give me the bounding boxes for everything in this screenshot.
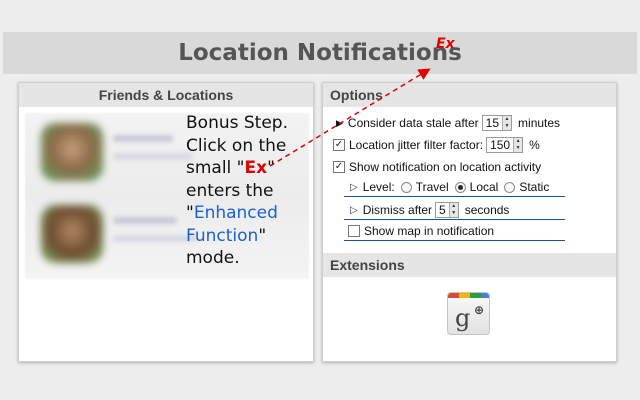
page-title: Location Notifications	[178, 40, 462, 66]
expand-arrow-icon: ▷	[350, 204, 358, 216]
dismiss-seconds-stepper[interactable]: 5 ▲ ▼	[435, 202, 459, 218]
friend-location	[113, 153, 193, 160]
show-notification-row: ✓ Show notification on location activity	[333, 160, 542, 174]
stepper-down-icon[interactable]: ▼	[514, 145, 523, 152]
show-map-row: Show map in notification	[348, 224, 494, 238]
level-static-radio[interactable]	[504, 181, 516, 193]
dismiss-underline	[344, 219, 565, 220]
bonus-instructions: Bonus Step. Click on the small "Ex" ente…	[186, 113, 288, 268]
stale-minutes-stepper[interactable]: 15 ▲ ▼	[481, 115, 513, 131]
stepper-down-icon[interactable]: ▼	[449, 210, 458, 217]
stepper-up-icon[interactable]: ▲	[503, 116, 512, 123]
level-underline	[344, 196, 565, 197]
show-notification-checkbox[interactable]: ✓	[333, 161, 345, 173]
jitter-factor-stepper[interactable]: 150 ▲ ▼	[486, 137, 524, 153]
show-map-underline	[344, 240, 565, 241]
bullet-arrow-icon: ▶	[336, 117, 343, 128]
friend-name	[113, 217, 177, 224]
level-travel-radio[interactable]	[400, 181, 412, 193]
friend-name	[113, 135, 173, 142]
enhanced-mode-link[interactable]: Ex	[436, 36, 455, 52]
level-row: ▷ Level: Travel Local Static	[350, 180, 550, 194]
friend-avatar[interactable]	[41, 205, 103, 263]
google-plus-icon[interactable]: g ⊕	[447, 292, 490, 335]
friends-panel-heading: Friends & Locations	[19, 83, 313, 107]
stepper-up-icon[interactable]: ▲	[514, 138, 523, 145]
expand-arrow-icon: ▷	[350, 181, 358, 193]
bonus-enhanced-highlight: Enhanced	[193, 203, 278, 223]
options-panel-heading: Options	[323, 83, 616, 107]
dismiss-row: ▷ Dismiss after 5 ▲ ▼ seconds	[350, 202, 510, 218]
friend-avatar[interactable]	[41, 123, 103, 181]
level-local-radio[interactable]	[454, 181, 466, 193]
friend-location	[113, 235, 197, 242]
stale-setting-row: ▶ Consider data stale after 15 ▲ ▼ minute…	[336, 115, 561, 131]
stepper-up-icon[interactable]: ▲	[449, 203, 458, 210]
jitter-setting-row: ✓ Location jitter filter factor: 150 ▲ ▼ …	[333, 137, 540, 153]
jitter-checkbox[interactable]: ✓	[333, 139, 345, 151]
bonus-function-highlight: Function	[186, 225, 259, 246]
extensions-heading: Extensions	[323, 253, 616, 277]
title-bar: Location Notifications Ex	[3, 32, 637, 74]
bonus-ex-highlight: Ex	[244, 158, 268, 178]
show-map-checkbox[interactable]	[348, 225, 360, 237]
stepper-down-icon[interactable]: ▼	[503, 123, 512, 130]
